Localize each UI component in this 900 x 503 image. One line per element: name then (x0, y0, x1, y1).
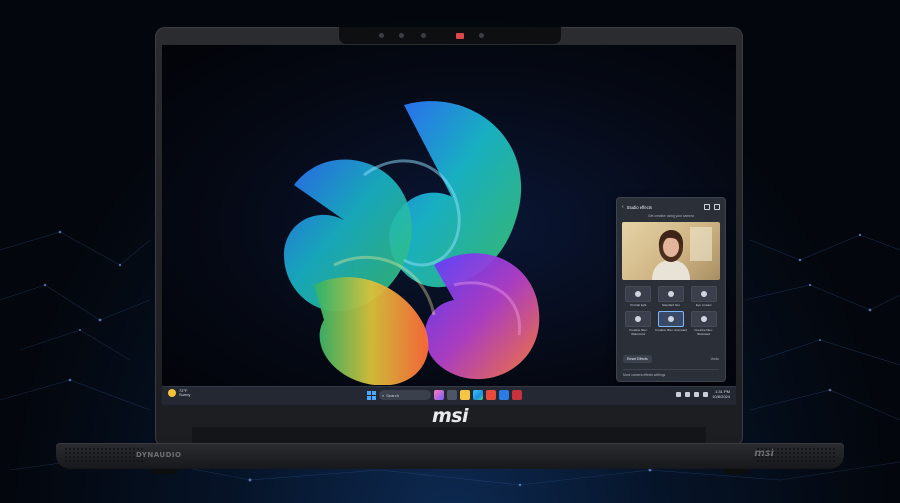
settings-icon[interactable] (714, 204, 720, 210)
search-icon: ⌕ (382, 392, 385, 398)
portrait-light-icon (635, 291, 642, 297)
effect-label: Creative filter: Animated (655, 328, 687, 333)
copilot-icon[interactable] (434, 390, 444, 400)
effect-toggle[interactable] (690, 286, 717, 302)
sensor-dot (399, 33, 404, 38)
ir-camera (479, 33, 484, 38)
illustrated-icon (700, 316, 707, 323)
camera-preview (622, 222, 720, 280)
mail-icon[interactable] (499, 390, 509, 400)
effect-toggle-selected[interactable] (657, 311, 684, 328)
effect-option[interactable]: Creative filter: Watercolor (622, 311, 655, 336)
laptop-base: DYNAUDIO msi (56, 443, 844, 469)
blur-icon (667, 291, 674, 297)
back-arrow-icon[interactable]: ‹ (622, 204, 624, 210)
system-tray: 1:31 PM 10/8/2024 (676, 389, 730, 399)
effect-label: Creative filter: Illustrated (694, 328, 713, 336)
clock[interactable]: 1:31 PM 10/8/2024 (712, 389, 730, 399)
task-view-icon[interactable] (447, 390, 457, 400)
studio-effects-panel: ‹ Studio effects Get creative using your… (616, 197, 726, 382)
msi-logo: msi (431, 405, 469, 427)
battery-icon[interactable] (703, 391, 709, 397)
rubber-foot (150, 469, 178, 474)
camera-icon[interactable] (704, 204, 710, 210)
speaker-grille-left (64, 447, 144, 463)
webcam-lens (421, 33, 426, 38)
rubber-foot (722, 469, 750, 474)
hinge (192, 427, 706, 443)
weather-text: Sunny (179, 392, 191, 397)
undo-link[interactable]: Undo (711, 357, 719, 361)
windows-bloom-wallpaper (284, 101, 540, 385)
effect-option[interactable]: Creative filter: Animated (655, 311, 688, 336)
effect-toggle[interactable] (625, 286, 652, 302)
wifi-icon[interactable] (685, 391, 691, 397)
speaker-grille-right (756, 447, 836, 463)
effect-toggle[interactable] (690, 311, 717, 328)
more-settings-link[interactable]: More camera effects settings (623, 369, 719, 377)
msi-center-icon[interactable] (512, 390, 522, 400)
watercolor-icon (635, 316, 642, 323)
search-placeholder: Search (386, 392, 399, 398)
store-icon[interactable] (486, 390, 496, 400)
file-explorer-icon[interactable] (460, 390, 470, 400)
person-portrait-image (652, 227, 712, 280)
panel-title: Studio effects (626, 204, 652, 210)
effects-grid: Portrait light Standard blur Eye contact… (622, 286, 720, 336)
windows-start-icon[interactable] (367, 390, 376, 400)
display-screen: ‹ Studio effects Get creative using your… (162, 45, 736, 405)
chevron-up-icon[interactable] (676, 391, 682, 397)
effect-label: Portrait light (630, 303, 647, 307)
effect-option[interactable]: Creative filter: Illustrated (687, 311, 720, 336)
sensor-dot (379, 33, 384, 38)
taskbar: 72°F Sunny ⌕ Search 1:31 PM 10/8/2024 (162, 386, 736, 405)
volume-icon[interactable] (694, 391, 700, 397)
privacy-indicator (456, 33, 464, 39)
speaker-brand: DYNAUDIO (136, 451, 182, 459)
webcam-notch (338, 27, 562, 45)
reset-effects-button[interactable]: Reset Effects (623, 355, 652, 363)
eye-contact-icon (700, 291, 707, 297)
effect-label: Standard blur (661, 303, 680, 307)
effect-option[interactable]: Portrait light (622, 286, 655, 307)
taskbar-search[interactable]: ⌕ Search (379, 390, 431, 400)
clock-date: 10/8/2024 (712, 394, 730, 399)
effect-toggle[interactable] (657, 286, 684, 302)
edge-browser-icon[interactable] (473, 390, 483, 400)
effect-option[interactable]: Eye contact (687, 286, 720, 307)
effect-label: Creative filter: Watercolor (629, 328, 648, 336)
effect-label: Eye contact (695, 303, 712, 307)
sun-icon (168, 389, 176, 397)
weather-widget[interactable]: 72°F Sunny (168, 389, 190, 397)
animated-icon (667, 316, 674, 323)
effect-option[interactable]: Standard blur (655, 286, 688, 307)
taskbar-apps: ⌕ Search (367, 390, 522, 400)
effect-toggle[interactable] (625, 311, 652, 328)
panel-subtitle: Get creative using your camera (648, 214, 694, 218)
